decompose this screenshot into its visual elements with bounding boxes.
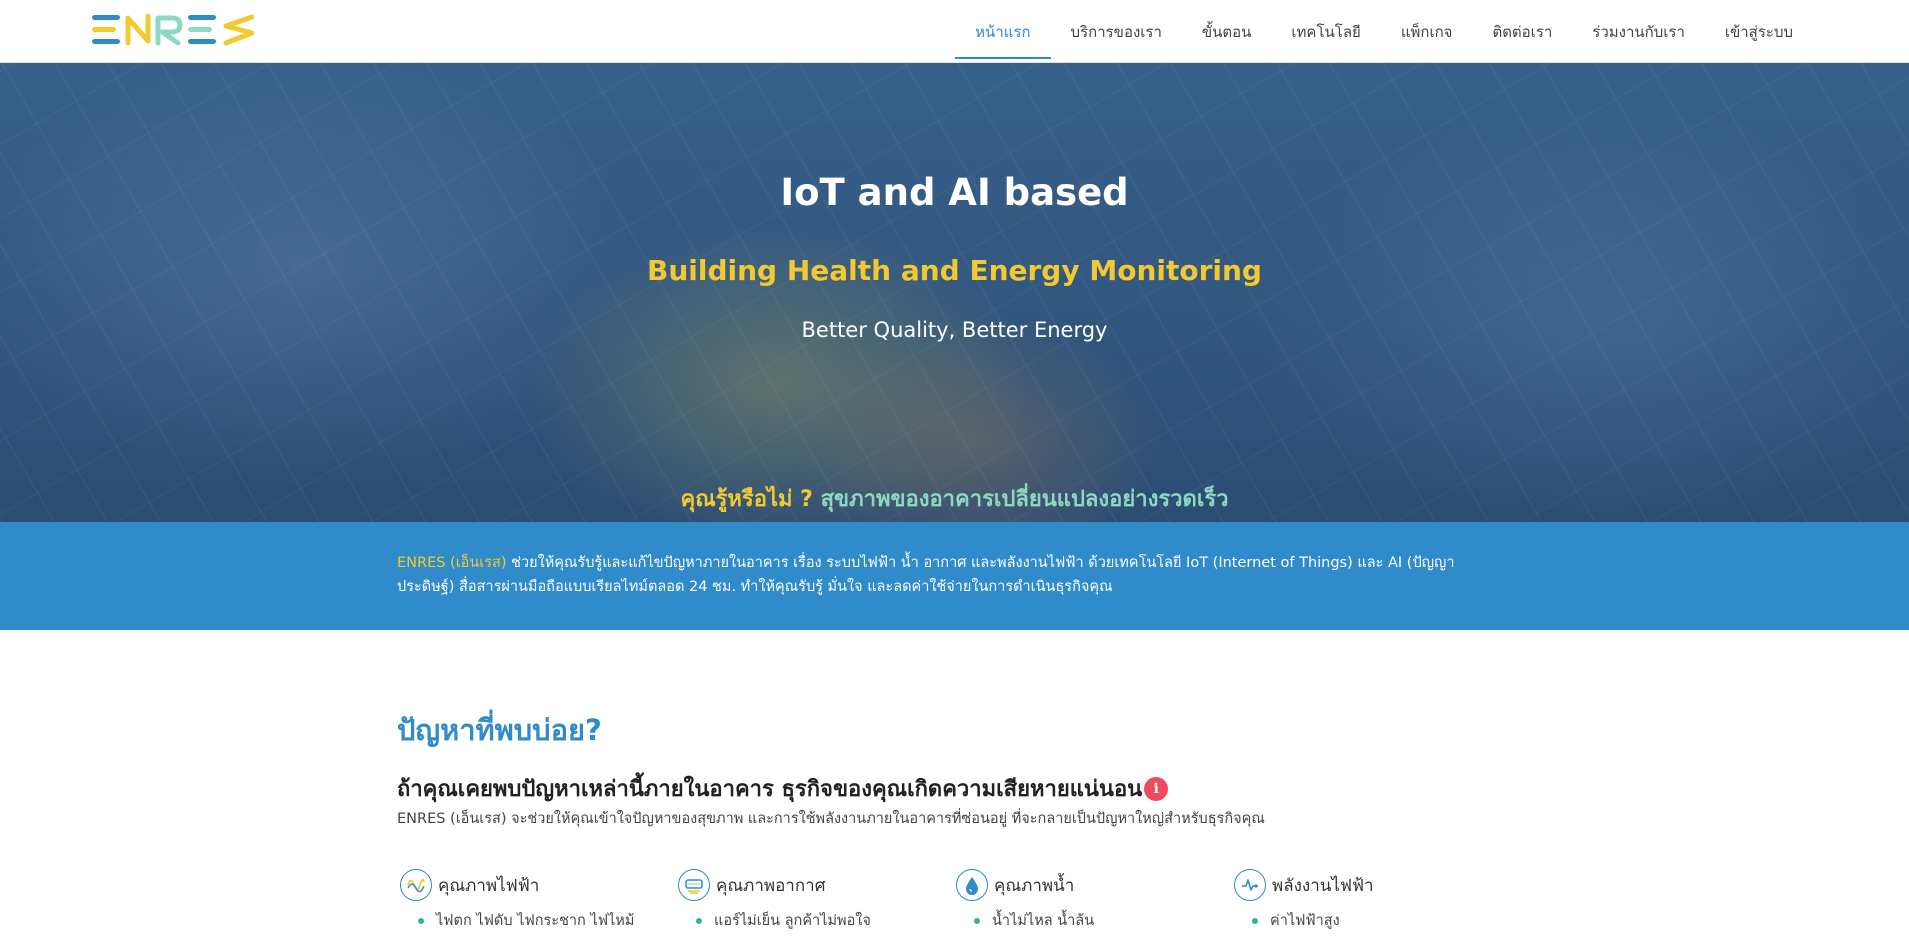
problems-description: ENRES (เอ็นเรส) จะช่วยให้คุณเข้าใจปัญหาข… <box>397 811 1265 827</box>
problem-column-title: พลังงานไฟฟ้า <box>1272 875 1374 896</box>
intro-band: ENRES (เอ็นเรส) ช่วยให้คุณรับรู้และแก้ไข… <box>0 522 1909 630</box>
hero-question-lead: คุณรู้หรือไม่ ? <box>680 487 813 512</box>
hero-overlay <box>0 63 1909 522</box>
nav-services[interactable]: บริการของเรา <box>1051 0 1182 63</box>
info-icon[interactable]: i <box>1144 776 1169 801</box>
hero-question: คุณรู้หรือไม่ ? สุขภาพของอาคารเปลี่ยนแปล… <box>0 481 1909 516</box>
hero-question-statement: สุขภาพของอาคารเปลี่ยนแปลงอย่างรวดเร็ว <box>820 487 1229 512</box>
problem-column-air: คุณภาพอากาศ แอร์ไม่เย็น ลูกค้าไม่พอใจ <box>678 868 938 932</box>
intro-brand: ENRES (เอ็นเรส) <box>397 555 507 571</box>
nav-contact[interactable]: ติดต่อเรา <box>1472 0 1572 63</box>
energy-meter-icon <box>1234 869 1266 901</box>
problem-column-title: คุณภาพอากาศ <box>716 875 826 896</box>
intro-body: ช่วยให้คุณรับรู้และแก้ไขปัญหาภายในอาคาร … <box>397 555 1455 595</box>
top-navbar: หน้าแรก บริการของเรา ขั้นตอน เทคโนโลยี แ… <box>0 0 1909 63</box>
hero-subtitle: Building Health and Energy Monitoring <box>647 254 1262 287</box>
hero-banner: IoT and AI based Building Health and Ene… <box>0 63 1909 522</box>
list-item: แอร์ไม่เย็น ลูกค้าไม่พอใจ <box>694 910 938 932</box>
problem-columns: คุณภาพไฟฟ้า ไฟตก ไฟดับ ไฟกระชาก ไฟไหม้ ค… <box>400 868 1520 940</box>
nav-technology[interactable]: เทคโนโลยี <box>1271 0 1380 63</box>
air-conditioner-icon <box>678 869 710 901</box>
nav-home[interactable]: หน้าแรก <box>955 0 1051 63</box>
nav-careers[interactable]: ร่วมงานกับเรา <box>1572 0 1705 63</box>
problem-column-title: คุณภาพไฟฟ้า <box>438 875 540 896</box>
nav-packages[interactable]: แพ็กเกจ <box>1381 0 1473 63</box>
problems-heading: ถ้าคุณเคยพบปัญหาเหล่านี้ภายในอาคาร ธุรกิ… <box>397 771 1169 806</box>
nav-login[interactable]: เข้าสู่ระบบ <box>1705 0 1813 63</box>
water-drop-icon <box>956 869 988 901</box>
enres-logo[interactable] <box>92 14 254 46</box>
problem-column-energy: พลังงานไฟฟ้า ค่าไฟฟ้าสูง <box>1234 868 1494 932</box>
main-menu: หน้าแรก บริการของเรา ขั้นตอน เทคโนโลยี แ… <box>955 0 1813 63</box>
nav-process[interactable]: ขั้นตอน <box>1182 0 1272 63</box>
problems-title: ปัญหาที่พบบ่อย? <box>397 713 602 747</box>
list-item: น้ำไม่ไหล น้ำล้น <box>972 910 1216 932</box>
list-item: ไฟตก ไฟดับ ไฟกระชาก ไฟไหม้ <box>416 910 660 932</box>
list-item: ค่าไฟฟ้าสูง <box>1250 910 1494 932</box>
electric-wave-icon <box>400 869 432 901</box>
problems-heading-text: ถ้าคุณเคยพบปัญหาเหล่านี้ภายในอาคาร ธุรกิ… <box>397 777 1143 802</box>
hero-tagline: Better Quality, Better Energy <box>801 318 1108 342</box>
intro-text: ENRES (เอ็นเรส) ช่วยให้คุณรับรู้และแก้ไข… <box>397 551 1507 599</box>
problem-column-title: คุณภาพน้ำ <box>994 875 1075 896</box>
problem-column-water: คุณภาพน้ำ น้ำไม่ไหล น้ำล้น <box>956 868 1216 932</box>
hero-title: IoT and AI based <box>780 171 1129 214</box>
problem-column-electric: คุณภาพไฟฟ้า ไฟตก ไฟดับ ไฟกระชาก ไฟไหม้ <box>400 868 660 932</box>
